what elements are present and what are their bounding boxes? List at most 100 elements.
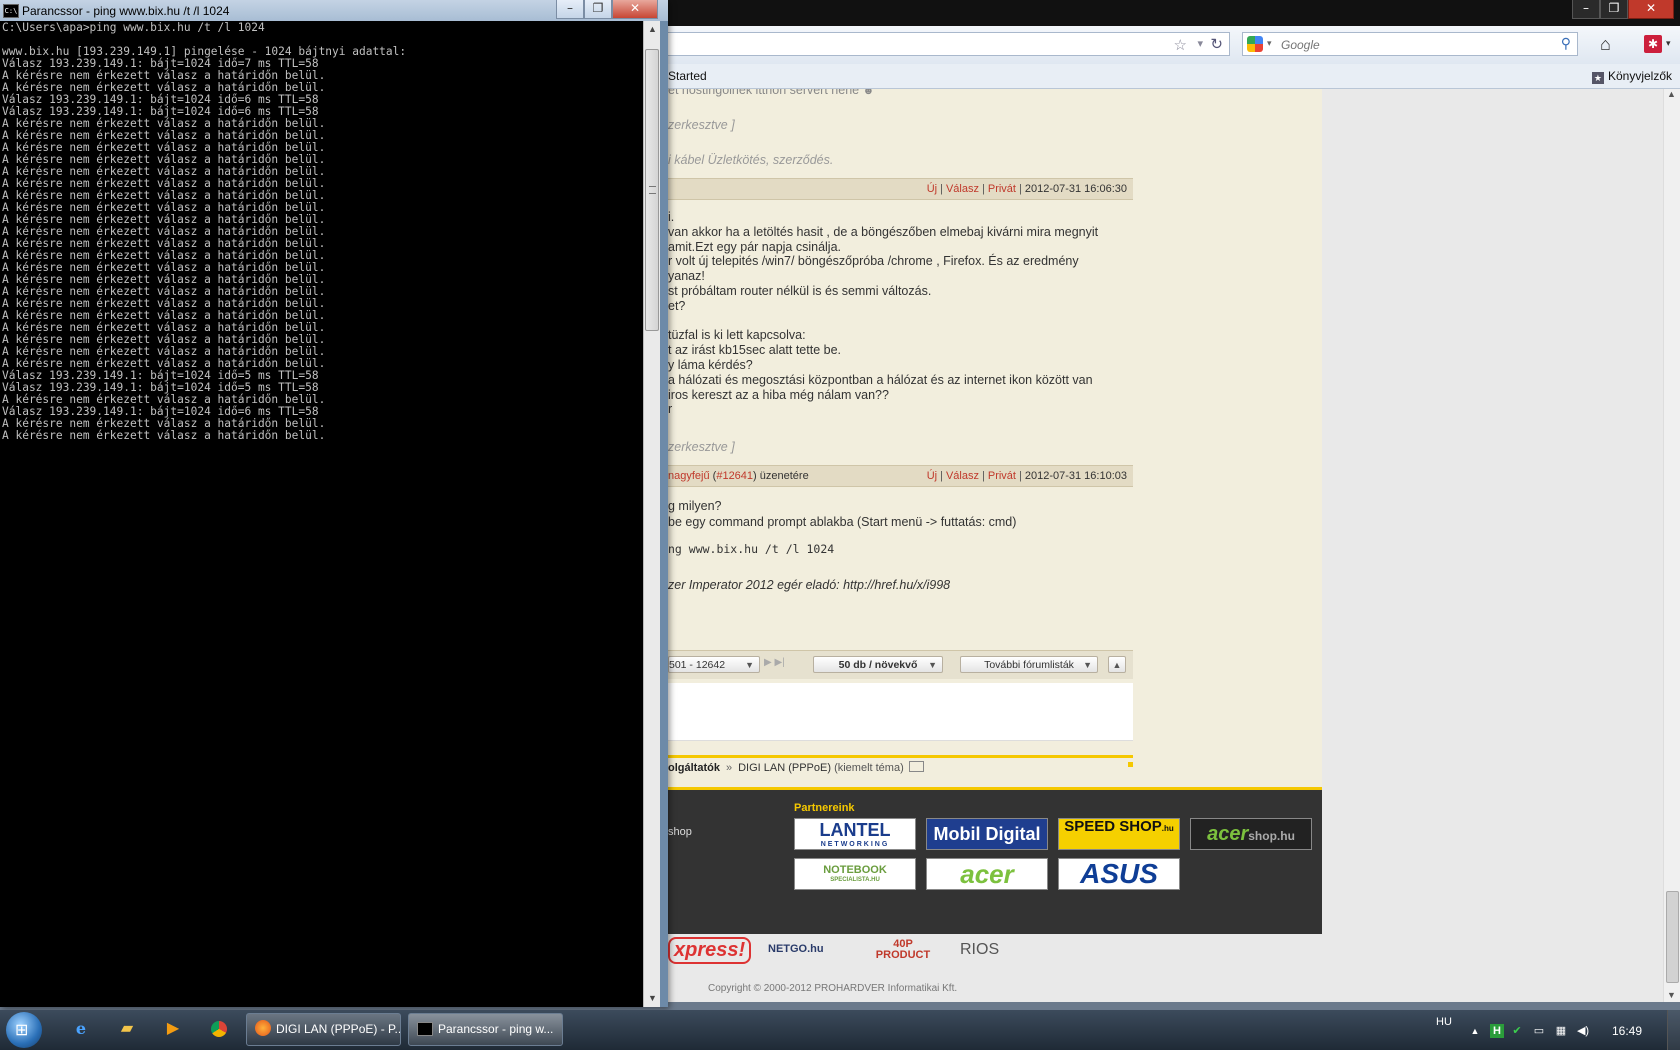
- post-meta: Új | Válasz | Privát | 2012-07-31 16:06:30: [926, 183, 1127, 195]
- cmd-icon: C:\: [3, 4, 19, 18]
- close-button[interactable]: ✕: [1628, 0, 1674, 19]
- url-bar[interactable]: ☆ ▾ ↻: [668, 32, 1230, 56]
- sponsor-logo-netgo[interactable]: NETGO.hu: [768, 943, 824, 955]
- console-title: Parancssor - ping www.bix.hu /t /l 1024: [22, 4, 230, 18]
- breadcrumb-current[interactable]: DIGI LAN (PPPoE): [738, 762, 831, 774]
- chevron-down-icon[interactable]: ▾: [1197, 37, 1203, 50]
- last-page-icon[interactable]: ▶ ▶|: [764, 657, 785, 668]
- chevron-down-icon[interactable]: ▾: [1267, 38, 1272, 49]
- scrollbar-thumb[interactable]: [645, 49, 659, 331]
- partner-logo-notebook[interactable]: NOTEBOOK SPECIALISTA.HU: [794, 858, 916, 890]
- browser-window-controls: – ❐ ✕: [1572, 0, 1674, 19]
- partner-logo-mobil-digital[interactable]: Mobil Digital: [926, 818, 1048, 850]
- shop-link[interactable]: shop: [668, 826, 692, 838]
- partner-logo-speedshop[interactable]: SPEED SHOP.hu: [1058, 818, 1180, 850]
- console-titlebar: C:\ Parancssor - ping www.bix.hu /t /l 1…: [0, 0, 668, 21]
- file-explorer-icon[interactable]: ▰: [116, 1018, 138, 1040]
- page-scrollbar[interactable]: ▲ ▼: [1663, 89, 1680, 1002]
- home-icon[interactable]: ⌂: [1600, 34, 1611, 55]
- partner-logo-acershop[interactable]: acershop.hu: [1190, 818, 1312, 850]
- private-message-link[interactable]: Privát: [988, 470, 1016, 482]
- maximize-button[interactable]: ❐: [584, 0, 612, 19]
- addon-icon[interactable]: ✱: [1644, 35, 1662, 53]
- scroll-up-icon[interactable]: ▲: [648, 24, 657, 34]
- page-viewport: et hostingolnék itthon servert hehe ☻ ze…: [668, 89, 1664, 1002]
- reply-link[interactable]: Válasz: [946, 470, 979, 482]
- reply-to-info: nagyfejű (#12641) üzenetére: [668, 470, 809, 482]
- google-engine-icon[interactable]: [1247, 36, 1263, 52]
- console-output-area[interactable]: C:\Users\apa>ping www.bix.hu /t /l 1024 …: [0, 21, 643, 1007]
- post-line: y láma kérdés?: [668, 357, 753, 372]
- network-icon[interactable]: ▦: [1554, 1024, 1568, 1038]
- restore-button[interactable]: ❐: [1600, 0, 1628, 19]
- media-player-icon[interactable]: ▶: [162, 1018, 184, 1040]
- clock[interactable]: 16:49: [1612, 1024, 1642, 1038]
- edit-note: zerkesztve ]: [668, 440, 735, 454]
- scrollbar-thumb[interactable]: [1666, 891, 1679, 983]
- edit-note: zerkesztve ]: [668, 118, 735, 132]
- scroll-down-icon[interactable]: ▼: [1667, 990, 1676, 1000]
- bookmarks-toolbar: Started ★ Könyvjelzők: [668, 64, 1680, 89]
- post-line: [668, 313, 1133, 328]
- bookmark-getting-started[interactable]: Started: [668, 69, 707, 83]
- show-desktop-button[interactable]: [1667, 1010, 1680, 1050]
- post-line: tüzfal is ki lett kapcsolva:: [668, 328, 806, 343]
- bookmarks-menu-button[interactable]: ★ Könyvjelzők: [1591, 69, 1672, 84]
- minimize-button[interactable]: –: [1572, 0, 1600, 19]
- sponsor-logo-rios[interactable]: RIOS: [960, 941, 999, 959]
- code-snippet: ng www.bix.hu /t /l 1024: [668, 542, 835, 556]
- partners-footer: shop Partnereink LANTEL NETWORKING Mobil …: [668, 787, 1322, 934]
- post-body: i. van akkor ha a letöltés hasit , de a b…: [668, 209, 1133, 416]
- monitor-icon[interactable]: ▭: [1532, 1024, 1546, 1038]
- cmd-icon: [417, 1022, 433, 1036]
- start-button[interactable]: ⊞: [6, 1012, 42, 1048]
- chrome-icon[interactable]: [208, 1018, 230, 1040]
- reply-to-post-link[interactable]: #12641: [716, 470, 753, 482]
- show-hidden-icons-icon[interactable]: ▲: [1468, 1024, 1482, 1038]
- scroll-top-button[interactable]: ▲: [1108, 656, 1126, 673]
- page-range-select[interactable]: 501 - 12642 ▼: [668, 656, 760, 673]
- partner-logo-lantel[interactable]: LANTEL NETWORKING: [794, 818, 916, 850]
- reload-icon[interactable]: ↻: [1210, 35, 1223, 53]
- post-meta: Új | Válasz | Privát | 2012-07-31 16:10:03: [926, 470, 1127, 482]
- taskbar-item-console[interactable]: Parancssor - ping w...: [408, 1013, 563, 1046]
- bookmark-star-icon[interactable]: ☆: [1174, 36, 1187, 54]
- volume-icon[interactable]: ◀): [1576, 1024, 1590, 1038]
- signature-text: zer Imperator 2012 egér eladó: http://hr…: [668, 578, 951, 592]
- sponsor-logo-40p[interactable]: 40P PRODUCT: [873, 939, 933, 961]
- system-tray: HU ▲ H ✔ ▭ ▦ ◀) 16:49: [1436, 1010, 1680, 1050]
- post-line: be egy command prompt ablakba (Start men…: [668, 515, 1017, 529]
- post-line: g milyen?: [668, 499, 722, 513]
- post-header: Új | Válasz | Privát | 2012-07-31 16:06:30: [668, 178, 1133, 200]
- taskbar-item-firefox[interactable]: DIGI LAN (PPPoE) - P...: [246, 1013, 401, 1046]
- scroll-down-icon[interactable]: ▼: [648, 993, 657, 1003]
- bookmarks-menu-label: Könyvjelzők: [1607, 69, 1672, 83]
- breadcrumb-parent[interactable]: olgáltatók: [668, 762, 720, 774]
- search-input[interactable]: [1279, 36, 1543, 54]
- close-button[interactable]: ✕: [612, 0, 658, 19]
- check-shield-icon[interactable]: ✔: [1510, 1024, 1524, 1038]
- console-scrollbar[interactable]: ▲ ▼: [643, 21, 661, 1007]
- private-message-link[interactable]: Privát: [988, 183, 1016, 195]
- signature-text: i kábel Üzletkötés, szerződés.: [668, 153, 834, 167]
- reply-link[interactable]: Válasz: [946, 183, 979, 195]
- search-icon[interactable]: ⚲: [1561, 35, 1571, 52]
- language-indicator[interactable]: HU: [1436, 1016, 1452, 1028]
- chevron-down-icon[interactable]: ▾: [1666, 38, 1671, 49]
- internet-explorer-icon[interactable]: e: [70, 1018, 92, 1040]
- scroll-up-icon[interactable]: ▲: [1667, 89, 1676, 99]
- new-post-link[interactable]: Új: [927, 183, 937, 195]
- console-window: C:\ Parancssor - ping www.bix.hu /t /l 1…: [0, 0, 668, 1007]
- mail-icon[interactable]: [908, 761, 924, 772]
- partners-title: Partnereink: [794, 802, 855, 814]
- reply-to-user-link[interactable]: nagyfejű: [668, 470, 710, 482]
- emoticon-icon: ☻: [862, 89, 875, 97]
- new-post-link[interactable]: Új: [927, 470, 937, 482]
- more-forums-select[interactable]: További fórumlisták ▼: [960, 656, 1098, 673]
- partner-logo-asus[interactable]: ASUS: [1058, 858, 1180, 890]
- sponsor-logo-express[interactable]: xpress!: [668, 937, 752, 964]
- minimize-button[interactable]: –: [556, 0, 584, 19]
- partner-logo-acer[interactable]: acer: [926, 858, 1048, 890]
- per-page-select[interactable]: 50 db / növekvő ▼: [813, 656, 943, 673]
- h-tray-icon[interactable]: H: [1490, 1024, 1504, 1038]
